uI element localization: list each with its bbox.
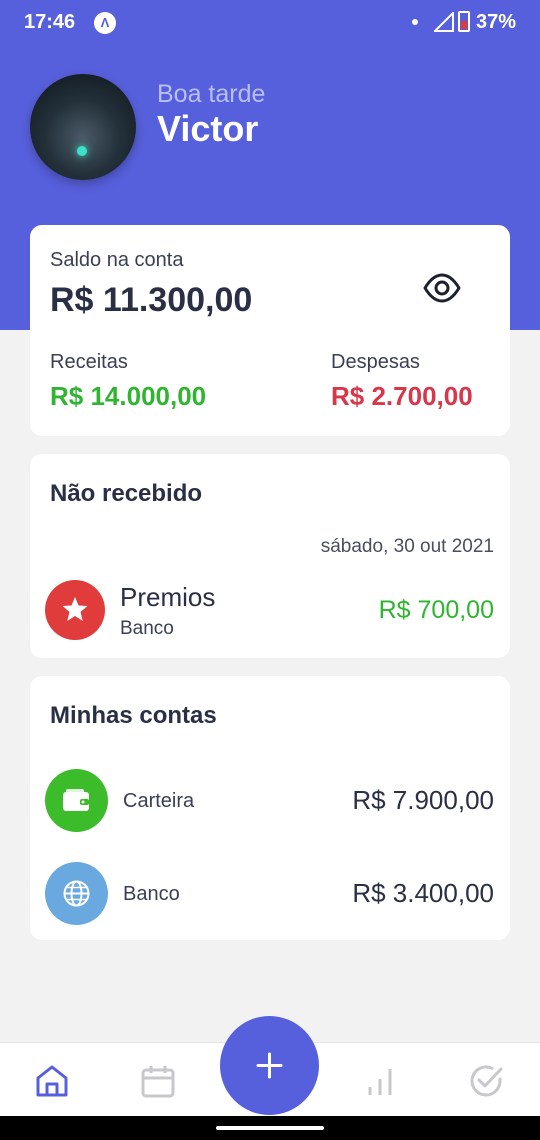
star-icon — [45, 580, 105, 640]
pending-item-name[interactable]: Premios — [120, 582, 215, 613]
balance-label: Saldo na conta — [50, 249, 184, 271]
avatar-glow — [77, 146, 87, 156]
income-value: R$ 14.000,00 — [50, 381, 207, 411]
status-bar: 17:46 Λ 37% — [0, 0, 540, 44]
gesture-bar — [0, 1116, 540, 1140]
expense-label: Despesas — [331, 351, 420, 373]
greeting-subtitle: Boa tarde — [157, 80, 266, 108]
calendar-icon[interactable] — [140, 1063, 176, 1099]
account-row-carteira[interactable]: Carteira R$ 7.900,00 — [30, 769, 510, 833]
pending-date: sábado, 30 out 2021 — [320, 536, 494, 557]
accounts-card: Minhas contas Carteira R$ 7.900,00 Banco… — [30, 676, 510, 940]
add-button[interactable] — [220, 1016, 319, 1115]
eye-icon[interactable] — [423, 269, 461, 307]
expense-value: R$ 2.700,00 — [331, 381, 473, 411]
pending-title: Não recebido — [50, 480, 203, 507]
notification-dot-icon — [412, 19, 418, 25]
battery-icon — [458, 11, 470, 32]
account-name: Carteira — [123, 790, 195, 812]
income-label: Receitas — [50, 351, 128, 373]
avatar[interactable] — [30, 74, 136, 180]
pending-item-amount: R$ 700,00 — [378, 596, 494, 624]
battery-percent: 37% — [476, 11, 517, 33]
accounts-title: Minhas contas — [50, 702, 217, 729]
account-row-banco[interactable]: Banco R$ 3.400,00 — [30, 862, 510, 926]
app-notification-icon: Λ — [94, 12, 116, 34]
balance-value: R$ 11.300,00 — [50, 281, 253, 319]
chart-icon[interactable] — [362, 1063, 398, 1099]
pending-item-source: Banco — [120, 618, 174, 639]
wallet-icon — [45, 769, 108, 832]
account-name: Banco — [123, 883, 180, 905]
greeting-name: Victor — [157, 108, 259, 149]
check-circle-icon[interactable] — [468, 1063, 504, 1099]
globe-icon — [45, 862, 108, 925]
balance-card: Saldo na conta R$ 11.300,00 Receitas R$ … — [30, 225, 510, 436]
pending-card: Não recebido sábado, 30 out 2021 Premios… — [30, 454, 510, 658]
home-icon[interactable] — [34, 1063, 70, 1099]
account-amount: R$ 7.900,00 — [352, 785, 494, 815]
signal-icon — [434, 12, 454, 32]
gesture-pill[interactable] — [216, 1126, 324, 1130]
add-icon — [256, 1052, 283, 1079]
status-time: 17:46 — [24, 11, 76, 33]
account-amount: R$ 3.400,00 — [352, 878, 494, 908]
